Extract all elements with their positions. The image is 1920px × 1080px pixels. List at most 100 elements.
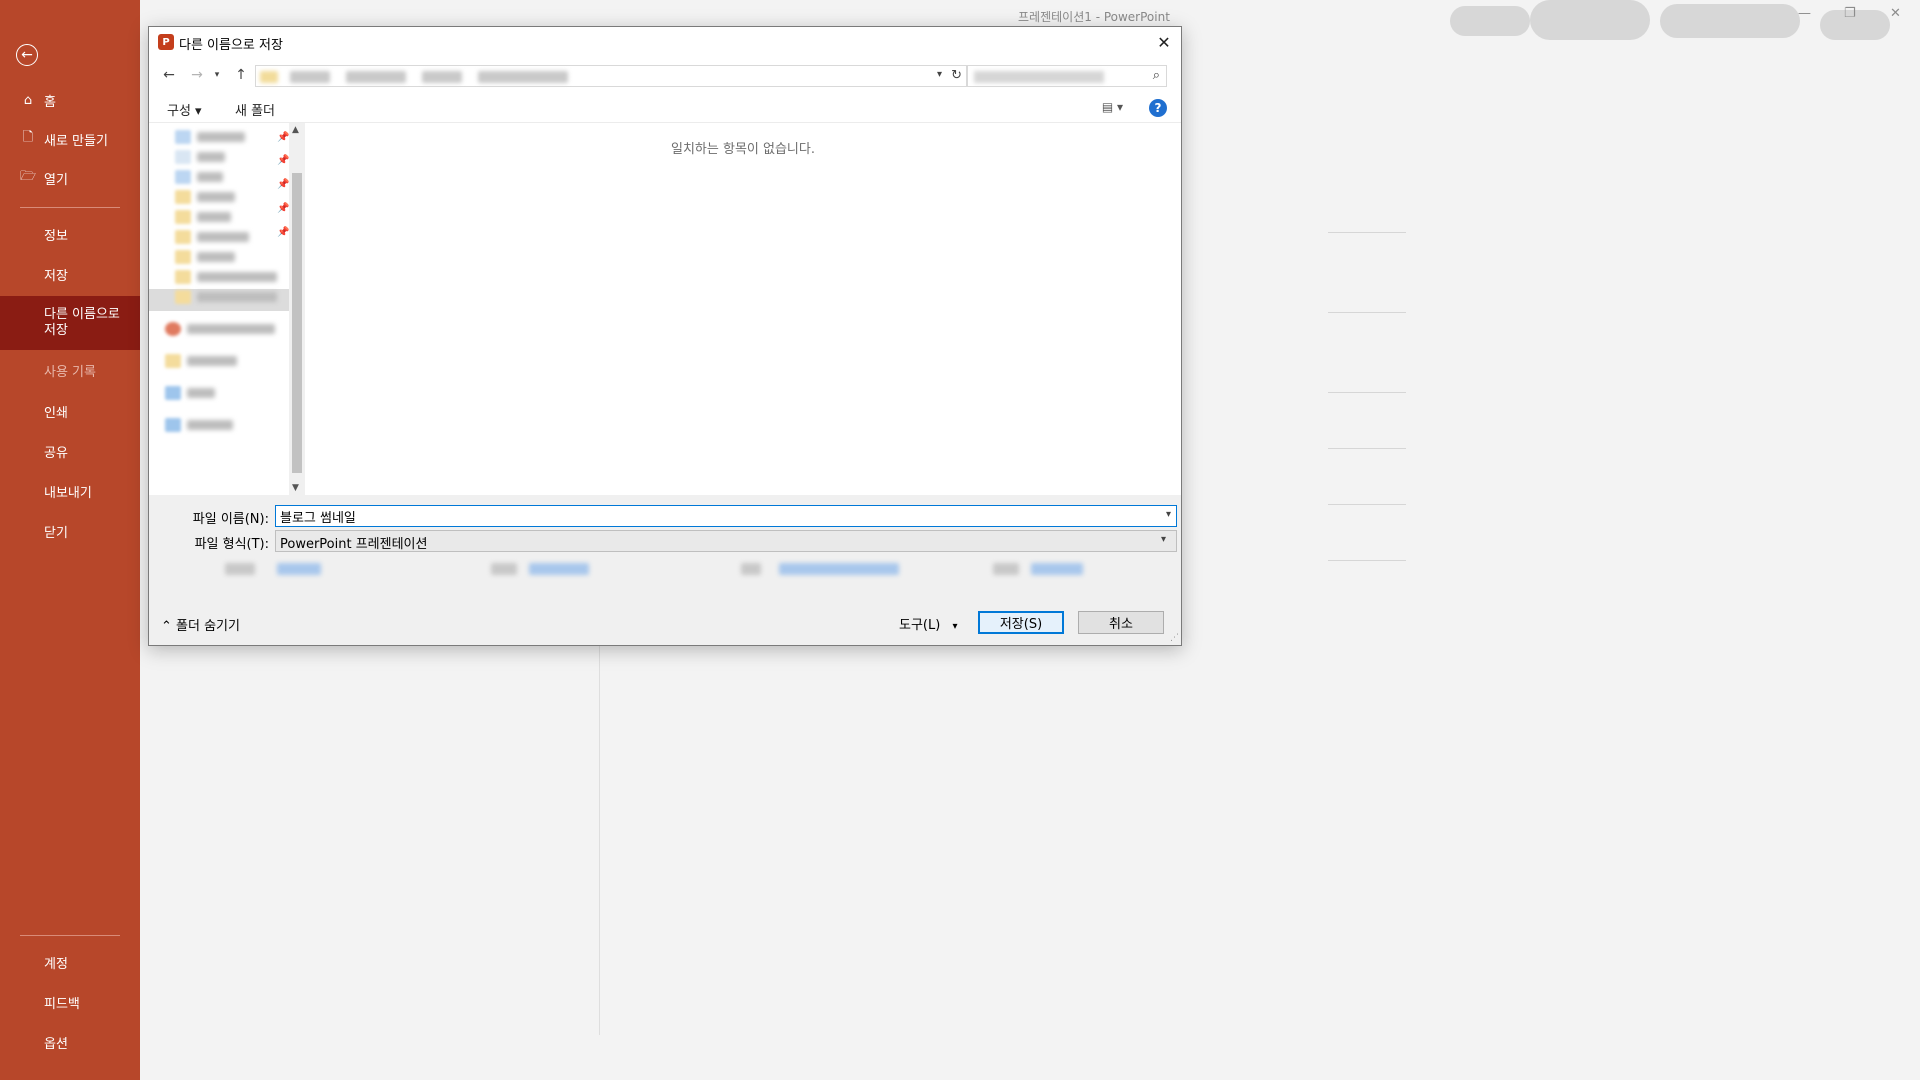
tree-scrollbar[interactable]: ▲ ▼ <box>289 123 305 495</box>
pin-icon: 📌 <box>277 227 290 238</box>
address-bar[interactable]: ▾ ↻ <box>255 65 967 87</box>
hide-folders-button[interactable]: ⌃ 폴더 숨기기 <box>161 615 240 634</box>
nav-item-save-as[interactable]: 다른 이름으로 저장 <box>0 296 140 350</box>
tree-item[interactable] <box>175 149 225 165</box>
refresh-icon[interactable]: ↻ <box>951 68 962 83</box>
search-input[interactable]: ⌕ <box>967 65 1167 87</box>
dialog-title: 다른 이름으로 저장 <box>179 38 283 53</box>
dialog-title-bar: P 다른 이름으로 저장 ✕ <box>149 27 1181 57</box>
save-button[interactable]: 저장(S) <box>978 611 1064 634</box>
divider <box>1328 232 1406 233</box>
cancel-button[interactable]: 취소 <box>1078 611 1164 634</box>
change-view-icon[interactable]: ▤ ▾ <box>1102 100 1123 114</box>
chevron-down-icon: ▾ <box>952 621 958 632</box>
tree-item[interactable] <box>165 353 237 369</box>
tree-item[interactable] <box>165 417 233 433</box>
recent-locations-icon[interactable]: ▾ <box>207 66 227 84</box>
nav-divider <box>20 207 120 208</box>
file-type-label: 파일 형식(T): <box>194 537 269 552</box>
navigation-bar: ← → ▾ ↑ ▾ ↻ ⌕ <box>149 57 1181 93</box>
tree-item[interactable] <box>175 209 231 225</box>
file-name-label: 파일 이름(N): <box>192 512 269 527</box>
new-document-icon: 🗋 <box>22 130 34 145</box>
nav-item-label: 새로 만들기 <box>44 133 108 149</box>
close-icon[interactable]: ✕ <box>1151 29 1177 55</box>
divider <box>1328 560 1406 561</box>
window-title: 프레젠테이션1 - PowerPoint <box>1018 10 1170 24</box>
nav-item-label: 홈 <box>44 94 56 110</box>
divider <box>599 640 600 1035</box>
home-icon: ⌂ <box>23 92 33 108</box>
pin-icon: 📌 <box>277 155 290 166</box>
forward-arrow-icon[interactable]: → <box>187 66 207 84</box>
pin-icon: 📌 <box>277 132 290 143</box>
help-icon[interactable]: ? <box>1149 99 1167 117</box>
tools-label: 도구(L) <box>899 618 941 633</box>
tree-item[interactable] <box>175 169 223 185</box>
open-folder-icon: 🗁 <box>19 169 37 184</box>
nav-item-info[interactable]: 정보 <box>0 218 140 250</box>
nav-divider <box>20 935 120 936</box>
tools-button[interactable]: 도구(L) ▾ <box>899 614 957 633</box>
nav-item-label: 저장 <box>44 268 68 284</box>
nav-item-label: 다른 이름으로 저장 <box>44 307 120 338</box>
content-area: 📌 📌 📌 📌 📌 ▲ ▼ 일치하는 항목이 없습니다. <box>149 123 1181 495</box>
file-name-input[interactable] <box>275 505 1177 527</box>
folder-tree: 📌 📌 📌 📌 📌 <box>149 123 289 495</box>
tree-item[interactable] <box>175 229 249 245</box>
tree-item[interactable] <box>175 129 245 145</box>
nav-item-label: 내보내기 <box>44 485 92 501</box>
tree-item[interactable] <box>175 249 235 265</box>
file-type-select[interactable]: PowerPoint 프레젠테이션 ▾ <box>275 530 1177 552</box>
nav-item-options[interactable]: 옵션 <box>0 1026 140 1058</box>
tree-item[interactable] <box>175 269 277 285</box>
nav-item-print[interactable]: 인쇄 <box>0 395 140 427</box>
search-icon: ⌕ <box>1152 68 1160 83</box>
arrow-left-icon: ← <box>21 47 33 63</box>
nav-item-close[interactable]: 닫기 <box>0 515 140 547</box>
divider <box>1328 312 1406 313</box>
new-folder-button[interactable]: 새 폴더 <box>235 100 275 119</box>
divider <box>1328 448 1406 449</box>
resize-grip-icon[interactable]: ⋰ <box>1170 633 1179 643</box>
command-bar: 구성 ▾ 새 폴더 ▤ ▾ ? <box>149 93 1181 123</box>
nav-item-open[interactable]: 🗁 열기 <box>0 162 140 194</box>
nav-item-account[interactable]: 계정 <box>0 946 140 978</box>
tree-item[interactable] <box>165 385 215 401</box>
chevron-up-icon: ⌃ <box>161 619 172 634</box>
pin-icon: 📌 <box>277 179 290 190</box>
file-list[interactable]: 일치하는 항목이 없습니다. <box>305 123 1181 495</box>
scrollbar-thumb[interactable] <box>292 173 302 473</box>
chevron-down-icon[interactable]: ▾ <box>1166 509 1171 520</box>
nav-item-share[interactable]: 공유 <box>0 435 140 467</box>
tree-item[interactable] <box>175 289 277 305</box>
scroll-up-icon[interactable]: ▲ <box>292 125 299 135</box>
nav-item-export[interactable]: 내보내기 <box>0 475 140 507</box>
nav-item-save[interactable]: 저장 <box>0 258 140 290</box>
tree-item[interactable] <box>175 189 235 205</box>
nav-item-label: 공유 <box>44 445 68 461</box>
scroll-down-icon[interactable]: ▼ <box>292 483 299 493</box>
nav-item-label: 옵션 <box>44 1036 68 1052</box>
back-button[interactable]: ← <box>16 44 38 66</box>
nav-item-history[interactable]: 사용 기록 <box>0 354 140 386</box>
empty-message: 일치하는 항목이 없습니다. <box>671 142 815 157</box>
divider <box>1328 392 1406 393</box>
up-arrow-icon[interactable]: ↑ <box>231 66 251 84</box>
restore-icon[interactable]: ❐ <box>1844 6 1856 21</box>
close-window-icon[interactable]: ✕ <box>1890 6 1901 21</box>
back-arrow-icon[interactable]: ← <box>159 66 179 84</box>
minimize-icon[interactable]: — <box>1798 6 1811 21</box>
nav-item-label: 닫기 <box>44 525 68 541</box>
chevron-down-icon: ▾ <box>1160 534 1166 545</box>
powerpoint-icon: P <box>158 34 174 50</box>
nav-item-home[interactable]: ⌂ 홈 <box>0 84 140 116</box>
nav-item-feedback[interactable]: 피드백 <box>0 986 140 1018</box>
nav-item-new[interactable]: 🗋 새로 만들기 <box>0 123 140 155</box>
backstage-nav: ← ⌂ 홈 🗋 새로 만들기 🗁 열기 정보 저장 다른 이름으로 저장 사용 … <box>0 0 140 1080</box>
tree-item[interactable] <box>165 321 275 337</box>
divider <box>1328 504 1406 505</box>
nav-item-label: 피드백 <box>44 996 80 1012</box>
organize-button[interactable]: 구성 ▾ <box>167 100 202 119</box>
chevron-down-icon[interactable]: ▾ <box>937 69 942 80</box>
